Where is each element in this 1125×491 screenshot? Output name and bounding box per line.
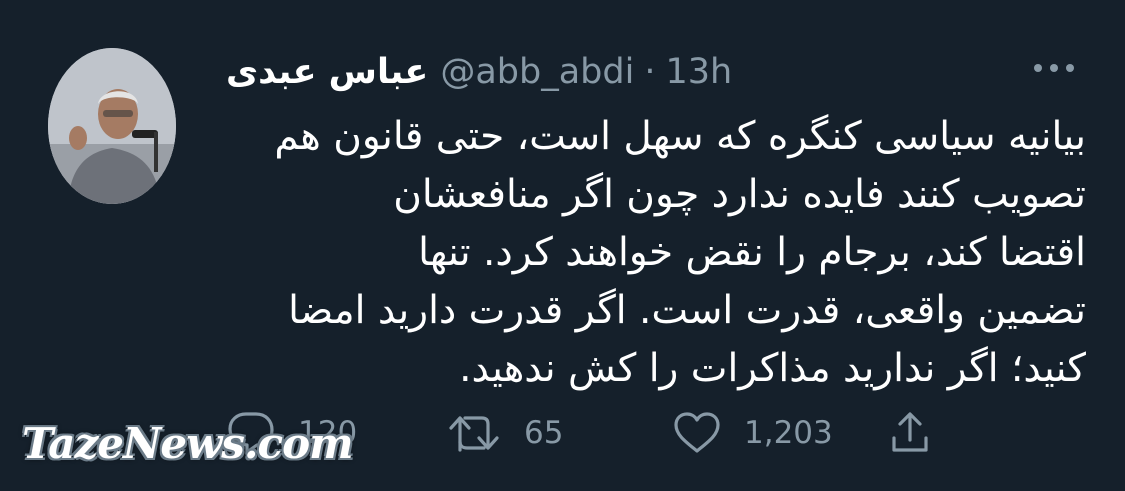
share-icon bbox=[892, 412, 928, 452]
retweet-icon bbox=[449, 416, 499, 452]
like-button[interactable]: 1,203 bbox=[672, 410, 833, 456]
heart-icon bbox=[674, 412, 720, 453]
watermark: TazeNews.com bbox=[22, 419, 354, 468]
more-icon bbox=[1034, 64, 1074, 72]
like-count: 1,203 bbox=[744, 415, 833, 451]
tweet-timestamp[interactable]: 13h bbox=[665, 52, 732, 92]
retweet-count: 65 bbox=[524, 415, 564, 451]
retweet-button[interactable]: 65 bbox=[448, 410, 563, 456]
more-options-button[interactable] bbox=[1030, 60, 1078, 76]
avatar-photo bbox=[48, 48, 176, 204]
separator-dot: · bbox=[644, 52, 656, 92]
avatar[interactable] bbox=[48, 48, 176, 204]
tweet-header: عباس عبدی @abb_abdi · 13h bbox=[226, 52, 732, 92]
share-button[interactable] bbox=[890, 410, 930, 456]
user-handle[interactable]: @abb_abdi bbox=[440, 52, 634, 92]
display-name[interactable]: عباس عبدی bbox=[226, 52, 428, 92]
tweet-text: بیانیه سیاسی کنگره که سهل است، حتی قانون… bbox=[274, 114, 1086, 391]
